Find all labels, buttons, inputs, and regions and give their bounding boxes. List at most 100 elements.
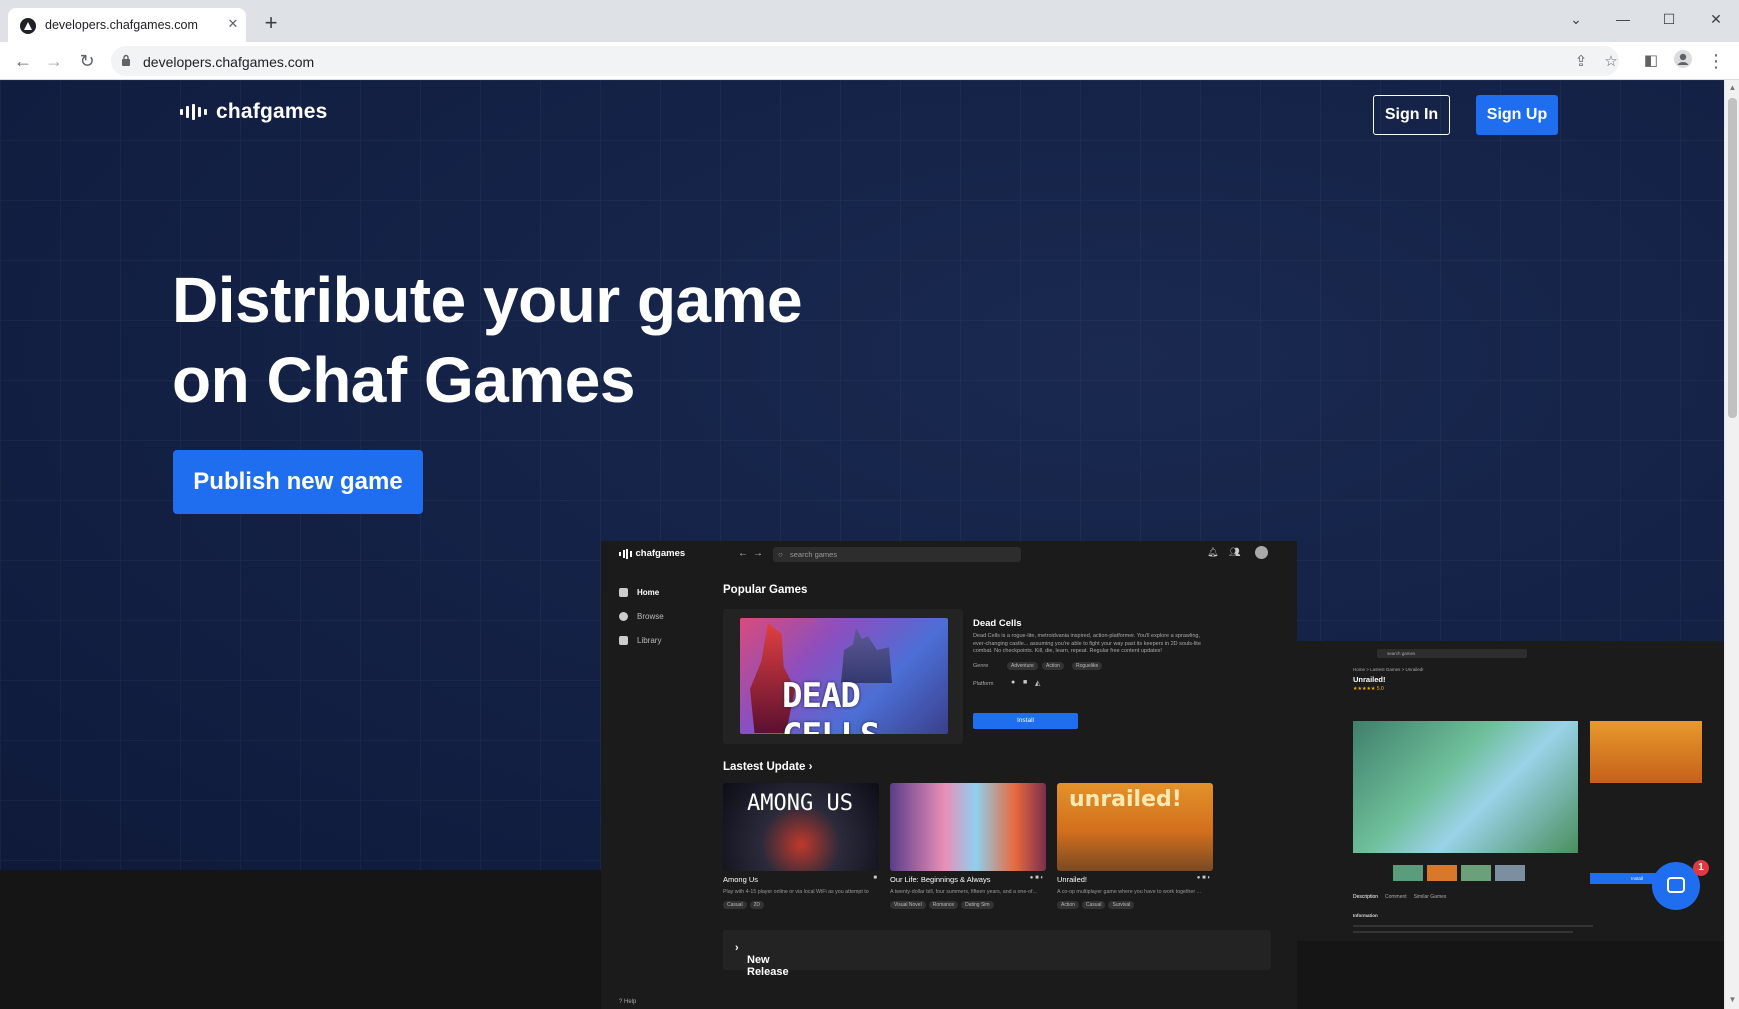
tag: Casual [723,901,747,909]
linux-icon: ◭ [1035,680,1041,687]
latest-update-heading: Lastest Update › [723,761,813,773]
preview-avatar [1255,546,1268,559]
game-name: Among Us [723,875,759,884]
detail-breadcrumb: Home > Lastest Games > Unrailed! [1353,667,1424,672]
chat-icon [1667,877,1685,893]
chafgames-logo-icon [180,104,207,120]
game-card: unrailed! Unrailed! ● ■ ◐ A co-op multip… [1057,783,1213,909]
sign-in-button[interactable]: Sign In [1373,95,1450,135]
game-card: AMONG US Among Us ■ Play with 4-15 playe… [723,783,879,909]
genre-tag: Action [1042,662,1064,670]
help-label: Help [624,999,637,1005]
sign-up-button[interactable]: Sign Up [1476,95,1558,135]
unrailed-art-text: unrailed! [1069,787,1182,812]
address-bar[interactable]: developers.chafgames.com ⇪ ☆ [111,46,1619,76]
headline-line-2: on Chaf Games [172,344,635,416]
dead-cells-art: DEAD CELLS [740,618,948,734]
browser-tab[interactable]: developers.chafgames.com ✕ [8,8,246,42]
tag: Casual [1081,901,1106,909]
back-icon[interactable]: ← [12,50,34,72]
detail-thumbnail [1495,865,1525,881]
featured-title: Dead Cells [973,618,1022,629]
detail-info-heading: Information [1353,913,1378,918]
our-life-art [890,783,1046,871]
detail-thumbnail [1427,865,1457,881]
windows-icon: ■ [1023,679,1028,686]
new-release-heading: New Release › [735,942,789,978]
tab-search-icon[interactable]: ⌄ [1556,4,1596,34]
text-line [1353,925,1593,927]
scroll-down-arrow-icon[interactable]: ▼ [1728,995,1737,1004]
detail-thumbnail [1393,865,1423,881]
app-preview-screenshot: chafgames ← → search games 🔔︎ 👥︎ Home Br… [601,541,1297,1009]
preview-search: search games [773,547,1021,562]
popular-games-heading: Popular Games [723,584,808,596]
chat-unread-badge: 1 [1693,860,1709,876]
site-favicon-icon [20,18,36,34]
preview-sidebar-browse: Browse [619,612,719,621]
genre-tag: Adventure [1007,662,1038,670]
platform-icons: ■ [873,875,877,881]
game-name: Our Life: Beginnings & Always [890,875,991,884]
forward-icon[interactable]: → [43,50,65,72]
game-card: Our Life: Beginnings & Always ● ■ ◐ A tw… [890,783,1046,909]
tab-strip: developers.chafgames.com ✕ + ⌄ — ☐ ✕ [0,0,1739,42]
preview-sidebar-label: Home [637,588,660,597]
brand-logo[interactable]: chafgames [180,100,328,124]
detail-tabs: Description Comment Similar Games [1353,894,1446,900]
game-tags: Visual Novel Romance Dating Sim [890,901,994,909]
bookmark-star-icon[interactable]: ☆ [1601,52,1621,72]
new-release-label: New Release [747,954,789,978]
lock-icon [122,54,130,66]
preview-brand: chafgames [635,548,686,559]
preview-sidebar-library: Library [619,636,719,645]
game-description: A co-op multiplayer game where you have … [1057,889,1201,895]
preview-friends-icon: 👥︎ [1229,547,1241,557]
preview-sidebar-label: Browse [637,612,664,621]
minimize-button[interactable]: — [1603,4,1643,34]
tab-title: developers.chafgames.com [45,18,198,32]
share-icon[interactable]: ⇪ [1571,52,1591,72]
preview-topbar: chafgames ← → search games 🔔︎ 👥︎ [601,541,1297,567]
latest-update-label: Lastest Update [723,761,806,773]
among-us-art: AMONG US [723,783,879,871]
page-scrollbar[interactable]: ▲ ▼ [1724,80,1739,1009]
new-tab-button[interactable]: + [258,11,284,37]
featured-description: Dead Cells is a rogue-lite, metroidvania… [973,633,1201,654]
home-icon [619,588,628,597]
among-us-art-text: AMONG US [747,791,853,816]
browser-menu-icon[interactable]: ⋮ [1705,50,1727,72]
genre-tag: Roguelike [1072,662,1103,670]
hero-headline: Distribute your game on Chaf Games [172,260,872,420]
detail-main-screenshot [1353,721,1578,853]
scrollbar-thumb[interactable] [1728,98,1737,418]
page-viewport: chafgames Sign In Sign Up Distribute you… [0,80,1724,1009]
brand-name: chafgames [216,100,328,123]
close-window-button[interactable]: ✕ [1696,4,1736,34]
scroll-up-arrow-icon[interactable]: ▲ [1728,83,1737,92]
genre-label: Genre [973,663,989,669]
compass-icon [619,612,628,621]
detail-tab: Similar Games [1413,894,1447,900]
detail-tab: Comment [1384,894,1407,900]
platform-icons: ● ■ ◐ [1029,875,1044,881]
preview-install-button: Install [973,713,1078,729]
detail-thumbnail [1461,865,1491,881]
tag: Action [1057,901,1079,909]
profile-avatar-icon[interactable] [1672,50,1694,72]
preview-help: ? Help [619,999,636,1005]
reload-icon[interactable]: ↻ [76,50,98,72]
new-release-section: New Release › [723,930,1271,978]
publish-new-game-button[interactable]: Publish new game [173,450,423,514]
game-description: A twenty-dollar bill, four summers, fift… [890,889,1037,895]
maximize-button[interactable]: ☐ [1649,4,1689,34]
game-description: Play with 4-15 player online or via loca… [723,889,869,895]
preview-sidebar-home: Home [619,588,719,597]
tab-close-icon[interactable]: ✕ [224,15,242,33]
platform-icons: ● ■ ◐ [1196,875,1211,881]
browser-toolbar: ← → ↻ developers.chafgames.com ⇪ ☆ ◧ ⋮ [0,42,1739,80]
unrailed-art: unrailed! [1057,783,1213,871]
tag: Visual Novel [890,901,926,909]
help-icon: ? [619,999,623,1005]
side-panel-icon[interactable]: ◧ [1640,50,1662,72]
